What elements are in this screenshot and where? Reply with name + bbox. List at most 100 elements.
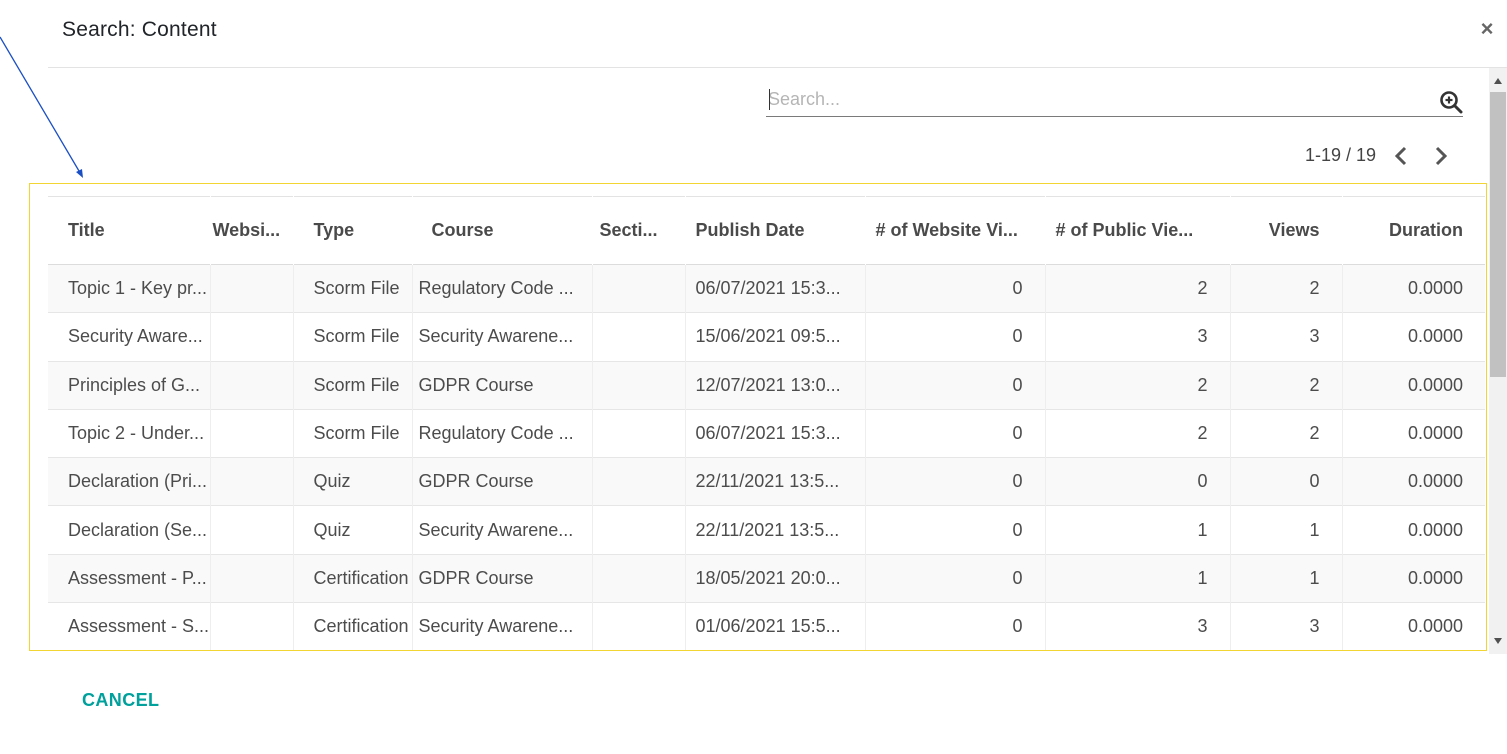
table-row[interactable]: Declaration (Se... Quiz Security Awarene..… (48, 505, 1485, 555)
cell-website-views: 0 (865, 409, 1046, 458)
cell-type: Quiz (293, 505, 413, 555)
table-row[interactable]: Principles of G... Scorm File GDPR Course 1… (48, 361, 1485, 410)
cell-public-views: 2 (1045, 264, 1231, 313)
table-row[interactable]: Assessment - P... Certification GDPR Cours… (48, 554, 1485, 603)
text-caret (769, 89, 770, 110)
table-row[interactable]: Security Aware... Scorm File Security Awar… (48, 312, 1485, 362)
cell-website (210, 264, 294, 313)
column-header-type[interactable]: Type (293, 197, 412, 265)
cell-website-views: 0 (865, 361, 1046, 410)
cell-public-views: 2 (1045, 361, 1231, 410)
cell-website (210, 505, 294, 555)
close-button[interactable]: × (1476, 16, 1498, 42)
cell-duration: 0.0000 (1407, 567, 1463, 588)
cell-type: Quiz (293, 457, 413, 506)
cell-section (592, 264, 686, 313)
cell-views: 3 (1230, 602, 1343, 650)
cell-duration: 0.0000 (1407, 616, 1463, 637)
cell-section (592, 457, 686, 506)
cell-website (210, 602, 294, 650)
title-divider (48, 67, 1507, 68)
cell-duration: 0.0000 (1407, 423, 1463, 444)
cell-section (592, 409, 686, 458)
table-row[interactable]: Declaration (Pri... Quiz GDPR Course 22/11/… (48, 457, 1485, 506)
cell-title: Principles of G... (48, 361, 211, 410)
cell-course: Security Awarene... (412, 602, 593, 650)
cell-publish-date: 18/05/2021 20:0... (685, 554, 866, 603)
scrollbar-thumb[interactable] (1490, 92, 1506, 377)
cell-publish-date: 22/11/2021 13:5... (685, 457, 866, 506)
cell-type: Scorm File (293, 361, 413, 410)
cell-publish-date: 06/07/2021 15:3... (685, 409, 866, 458)
table-row[interactable]: Assessment - S... Certification Security A… (48, 602, 1485, 650)
cell-public-views: 1 (1045, 505, 1231, 555)
table-header-row: Title Websi... Type Course Secti... Publ… (48, 196, 1485, 265)
cell-views: 1 (1230, 505, 1343, 555)
pager-value[interactable]: 1-19 / 19 (1286, 145, 1376, 166)
column-header-section[interactable]: Secti... (592, 197, 685, 265)
column-header-views[interactable]: Views (1230, 197, 1342, 265)
scroll-up-button[interactable] (1489, 72, 1507, 90)
cell-website (210, 554, 294, 603)
chevron-left-icon (1394, 146, 1407, 166)
cell-website (210, 409, 294, 458)
pager-next-button[interactable] (1430, 143, 1452, 169)
cell-title: Assessment - S... (48, 602, 211, 650)
cell-type: Certification (293, 554, 413, 603)
cell-duration: 0.0000 (1407, 519, 1463, 540)
cell-course: GDPR Course (412, 361, 593, 410)
column-header-website[interactable]: Websi... (210, 197, 293, 265)
cell-public-views: 2 (1045, 409, 1231, 458)
cell-course: Security Awarene... (412, 505, 593, 555)
cell-type: Scorm File (293, 312, 413, 362)
cell-views: 0 (1230, 457, 1343, 506)
cell-section (592, 505, 686, 555)
search-input[interactable] (768, 84, 1428, 114)
cell-section (592, 312, 686, 362)
cell-course: GDPR Course (412, 554, 593, 603)
scroll-down-button[interactable] (1489, 632, 1507, 650)
cell-type: Scorm File (293, 264, 413, 313)
content-table: Title Websi... Type Course Secti... Publ… (48, 196, 1485, 650)
cell-website-views: 0 (865, 264, 1046, 313)
cell-duration: 0.0000 (1407, 326, 1463, 347)
table-row[interactable]: Topic 1 - Key pr... Scorm File Regulatory … (48, 264, 1485, 313)
column-header-publish-date[interactable]: Publish Date (685, 197, 865, 265)
cell-course: GDPR Course (412, 457, 593, 506)
cell-title: Declaration (Pri... (48, 457, 211, 506)
table-row[interactable]: Topic 2 - Under... Scorm File Regulatory C… (48, 409, 1485, 458)
cell-duration: 0.0000 (1407, 471, 1463, 492)
cell-website (210, 457, 294, 506)
cell-publish-date: 15/06/2021 09:5... (685, 312, 866, 362)
search-plus-icon[interactable] (1439, 90, 1463, 114)
column-header-public-views[interactable]: # of Public Vie... (1045, 197, 1230, 265)
cell-section (592, 361, 686, 410)
scrollbar[interactable] (1489, 68, 1507, 654)
cell-title: Topic 1 - Key pr... (48, 264, 211, 313)
cancel-button[interactable]: CANCEL (82, 690, 159, 711)
column-header-duration[interactable]: Duration (1342, 197, 1485, 265)
column-header-website-views[interactable]: # of Website Vi... (865, 197, 1045, 265)
search-content-dialog: Search: Content × 1-19 / 19 (0, 0, 1507, 754)
cell-course: Regulatory Code ... (412, 409, 593, 458)
cell-public-views: 1 (1045, 554, 1231, 603)
content-table-area: Title Websi... Type Course Secti... Publ… (48, 196, 1485, 650)
cell-title: Assessment - P... (48, 554, 211, 603)
cell-website (210, 312, 294, 362)
cell-course: Regulatory Code ... (412, 264, 593, 313)
cell-public-views: 3 (1045, 312, 1231, 362)
cell-website-views: 0 (865, 602, 1046, 650)
cell-publish-date: 06/07/2021 15:3... (685, 264, 866, 313)
cell-type: Scorm File (293, 409, 413, 458)
triangle-down-icon (1494, 638, 1502, 644)
column-header-title[interactable]: Title (48, 197, 210, 265)
cell-course: Security Awarene... (412, 312, 593, 362)
cell-website (210, 361, 294, 410)
cell-publish-date: 12/07/2021 13:0... (685, 361, 866, 410)
cell-publish-date: 22/11/2021 13:5... (685, 505, 866, 555)
cell-publish-date: 01/06/2021 15:5... (685, 602, 866, 650)
cell-section (592, 554, 686, 603)
column-header-course[interactable]: Course (412, 197, 592, 265)
pager-previous-button[interactable] (1390, 143, 1412, 169)
cell-views: 1 (1230, 554, 1343, 603)
